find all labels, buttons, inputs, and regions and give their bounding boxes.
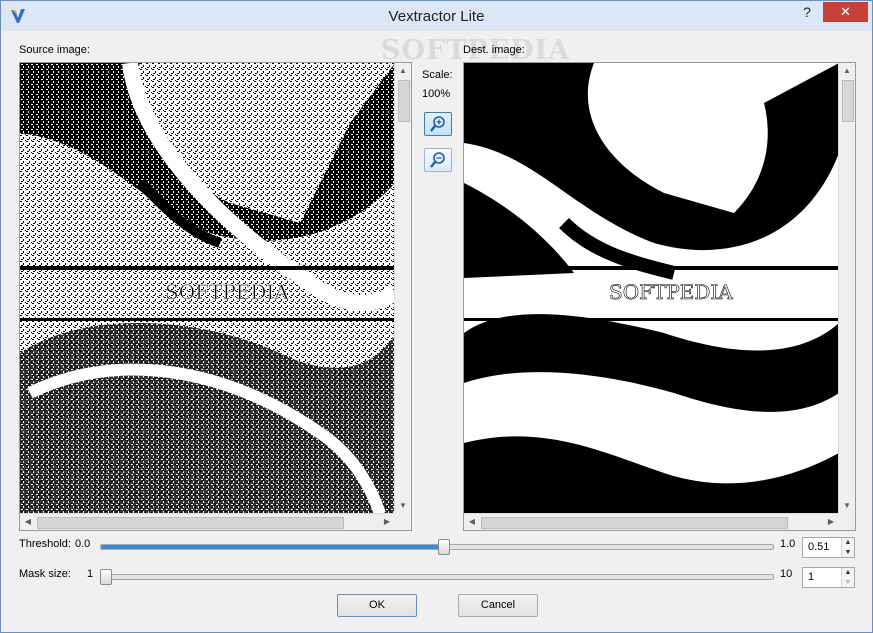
threshold-min-label: 0.0 xyxy=(75,538,91,550)
close-button[interactable]: ✕ xyxy=(823,2,868,22)
scroll-up-arrow-icon[interactable]: ▲ xyxy=(395,63,411,79)
window-title: Vextractor Lite xyxy=(388,8,485,25)
dest-image-overlay: SOFTPEDIA xyxy=(609,280,733,304)
help-button[interactable]: ? xyxy=(795,2,819,22)
scroll-thumb[interactable] xyxy=(398,80,410,122)
threshold-label: Threshold: xyxy=(19,538,71,550)
magnifier-minus-icon xyxy=(430,152,445,168)
scroll-thumb[interactable] xyxy=(842,80,854,122)
magnifier-plus-icon xyxy=(430,116,445,132)
scroll-down-arrow-icon[interactable]: ▼ xyxy=(839,498,855,514)
source-horizontal-scrollbar[interactable]: ◀ ▶ xyxy=(20,513,395,530)
scroll-left-arrow-icon[interactable]: ◀ xyxy=(464,514,480,530)
cancel-button[interactable]: Cancel xyxy=(458,594,538,617)
threshold-value[interactable]: 0.51 xyxy=(808,541,829,553)
title-bar[interactable]: Vextractor Lite ? ✕ xyxy=(1,1,872,31)
main-window: Vextractor Lite ? ✕ SOFTPEDIA Source ima… xyxy=(0,0,873,633)
spin-up-arrow-icon[interactable]: ▲ xyxy=(841,568,854,577)
scroll-corner xyxy=(395,514,411,530)
scroll-left-arrow-icon[interactable]: ◀ xyxy=(20,514,36,530)
scroll-down-arrow-icon[interactable]: ▼ xyxy=(395,498,411,514)
source-image-view[interactable]: SOFTPEDIA ▲ ▼ ◀ ▶ xyxy=(19,62,412,531)
dest-vertical-scrollbar[interactable]: ▲ ▼ xyxy=(838,63,855,514)
mask-size-slider-handle[interactable] xyxy=(100,569,112,585)
mask-size-value[interactable]: 1 xyxy=(808,571,814,583)
dest-image: SOFTPEDIA xyxy=(464,63,839,514)
scroll-up-arrow-icon[interactable]: ▲ xyxy=(839,63,855,79)
mask-size-min-label: 1 xyxy=(87,568,94,580)
scroll-thumb[interactable] xyxy=(481,517,788,529)
dest-horizontal-scrollbar[interactable]: ◀ ▶ xyxy=(464,513,839,530)
threshold-slider-handle[interactable] xyxy=(437,539,450,555)
scroll-thumb[interactable] xyxy=(37,517,344,529)
source-image-overlay: SOFTPEDIA xyxy=(165,280,289,304)
scroll-corner xyxy=(839,514,855,530)
source-vertical-scrollbar[interactable]: ▲ ▼ xyxy=(394,63,411,514)
dest-image-label: Dest. image: xyxy=(463,44,525,56)
zoom-in-button[interactable] xyxy=(424,112,452,136)
ok-button[interactable]: OK xyxy=(337,594,417,617)
spin-down-arrow-icon[interactable]: ▼ xyxy=(841,578,854,587)
mask-size-label: Mask size: xyxy=(19,568,71,580)
dest-image-view[interactable]: SOFTPEDIA ▲ ▼ ◀ ▶ xyxy=(463,62,856,531)
threshold-max-label: 1.0 xyxy=(780,538,796,550)
mask-size-spinbox[interactable]: 1 ▲ ▼ xyxy=(802,567,855,588)
source-image: SOFTPEDIA xyxy=(20,63,395,514)
threshold-slider-fill xyxy=(101,545,444,549)
source-image-label: Source image: xyxy=(19,44,90,56)
threshold-spinbox[interactable]: 0.51 ▲ ▼ xyxy=(802,537,855,558)
scale-value: 100% xyxy=(422,88,451,100)
scale-label: Scale: xyxy=(422,69,453,81)
mask-size-slider[interactable] xyxy=(100,574,774,580)
spin-up-arrow-icon[interactable]: ▲ xyxy=(841,538,854,547)
spin-down-arrow-icon[interactable]: ▼ xyxy=(841,548,854,557)
scroll-right-arrow-icon[interactable]: ▶ xyxy=(379,514,395,530)
zoom-out-button[interactable] xyxy=(424,148,452,172)
mask-size-max-label: 10 xyxy=(780,568,793,580)
scroll-right-arrow-icon[interactable]: ▶ xyxy=(823,514,839,530)
